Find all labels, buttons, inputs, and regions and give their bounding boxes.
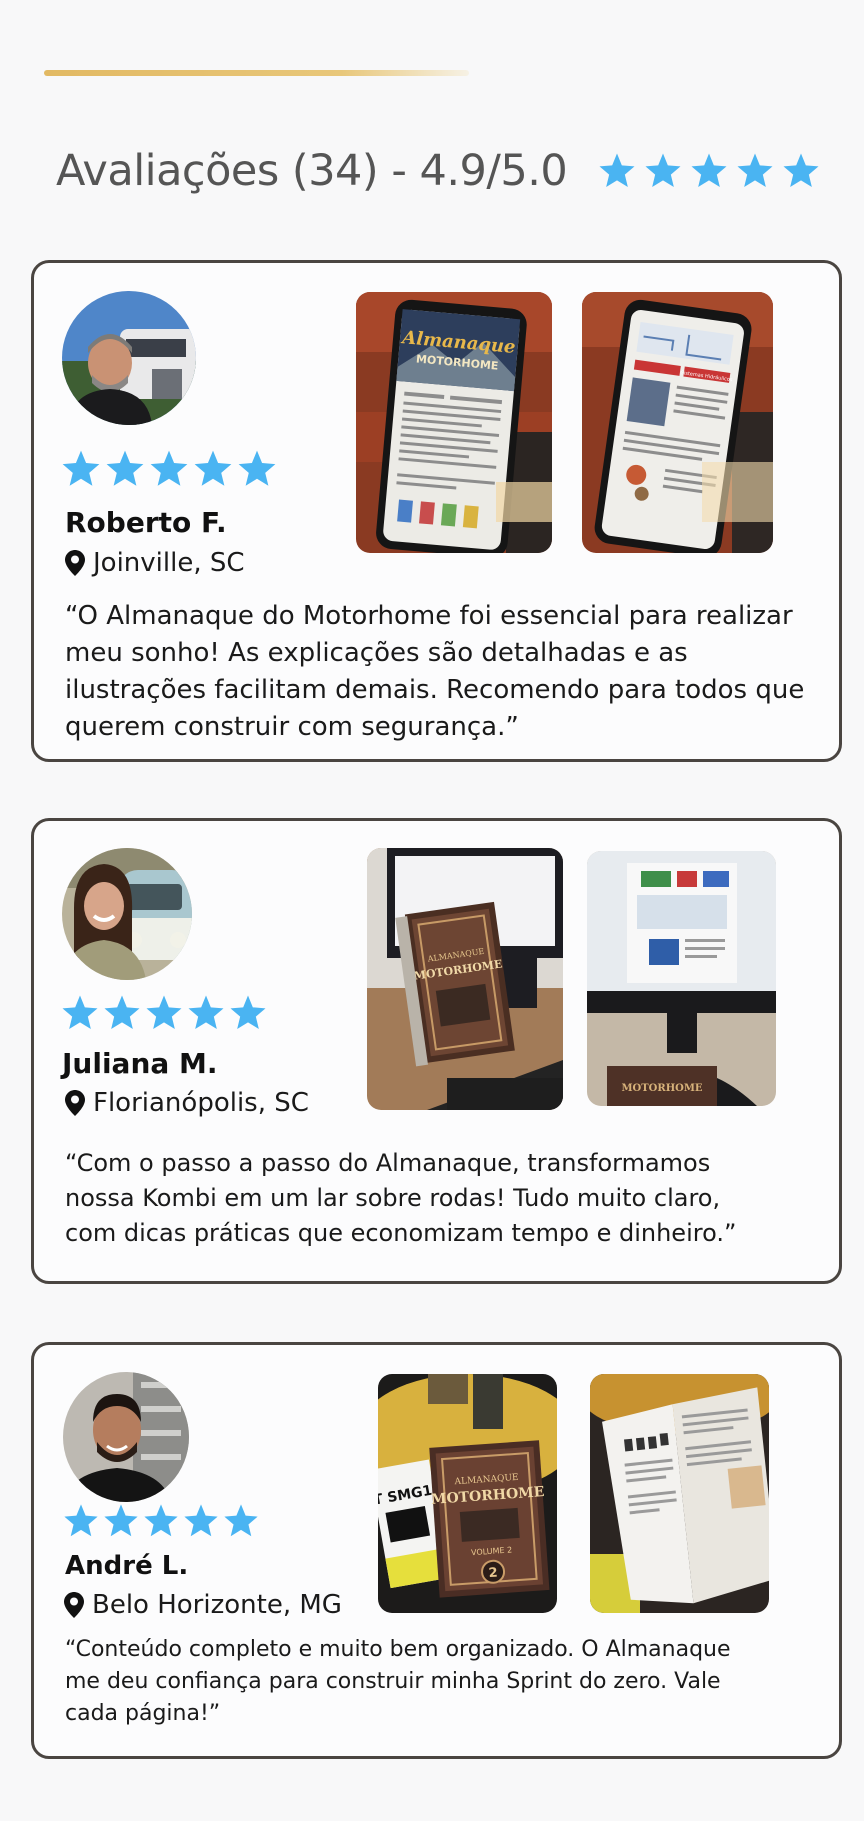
reviewer-location: Florianópolis, SC (65, 1088, 309, 1118)
star-icon (182, 1502, 220, 1540)
star-icon (102, 993, 142, 1033)
star-icon (597, 151, 637, 191)
location-text: Belo Horizonte, MG (92, 1590, 342, 1620)
location-pin-icon (65, 550, 85, 576)
header-rating-stars (597, 151, 821, 191)
review-rating-stars (62, 1502, 261, 1540)
star-icon (148, 448, 190, 490)
review-rating-stars (60, 448, 280, 490)
review-photo-book-on-desk: ALMANAQUE MOTORHOME (367, 848, 563, 1110)
review-photo-phone-cover: Almanaque MOTORHOME (356, 292, 552, 553)
reviewer-name: Juliana M. (62, 1047, 218, 1080)
reviewer-location: Belo Horizonte, MG (64, 1590, 342, 1620)
reviewer-avatar (62, 848, 192, 980)
review-card: Juliana M. Florianópolis, SC “Com o pass… (31, 818, 842, 1284)
star-icon (144, 993, 184, 1033)
gold-divider-line (44, 70, 469, 76)
star-icon (104, 448, 146, 490)
review-text: “Com o passo a passo do Almanaque, trans… (65, 1149, 737, 1247)
review-text: “Conteúdo completo e muito bem organizad… (65, 1637, 731, 1726)
review-card: André L. Belo Horizonte, MG “Conteúdo co… (31, 1342, 842, 1759)
star-icon (643, 151, 683, 191)
review-photo-book-with-package: T SMG1 ALMANAQUE MOTORHOME VOLUME 2 2 (378, 1374, 557, 1613)
star-icon (236, 448, 278, 490)
star-icon (60, 993, 100, 1033)
review-card: Roberto F. Joinville, SC “O Almanaque do… (31, 260, 842, 762)
star-icon (102, 1502, 140, 1540)
reviewer-name: Roberto F. (65, 506, 227, 539)
location-pin-icon (64, 1592, 84, 1618)
reviews-summary-title: Avaliações (34) - 4.9/5.0 (56, 146, 568, 196)
star-icon (60, 448, 102, 490)
reviews-header: Avaliações (34) - 4.9/5.0 (56, 146, 821, 196)
reviewer-avatar (62, 291, 196, 425)
star-icon (186, 993, 226, 1033)
reviewer-avatar (63, 1372, 189, 1502)
book-cover-number: 2 (488, 1565, 498, 1581)
reviewer-name: André L. (65, 1551, 189, 1581)
star-icon (781, 151, 821, 191)
star-icon (142, 1502, 180, 1540)
review-text: “O Almanaque do Motorhome foi essencial … (65, 601, 805, 742)
star-icon (735, 151, 775, 191)
location-pin-icon (65, 1090, 85, 1116)
review-photo-monitor: MOTORHOME (587, 851, 776, 1106)
star-icon (222, 1502, 260, 1540)
review-photo-open-book (590, 1374, 769, 1613)
review-photo-phone-page: Sistemas Hidráulicos (582, 292, 773, 553)
location-text: Florianópolis, SC (93, 1088, 309, 1118)
reviewer-location: Joinville, SC (65, 548, 245, 578)
location-text: Joinville, SC (93, 548, 245, 578)
star-icon (192, 448, 234, 490)
star-icon (62, 1502, 100, 1540)
star-icon (228, 993, 268, 1033)
monitor-book-title: MOTORHOME (621, 1083, 702, 1094)
star-icon (689, 151, 729, 191)
review-rating-stars (60, 993, 270, 1033)
